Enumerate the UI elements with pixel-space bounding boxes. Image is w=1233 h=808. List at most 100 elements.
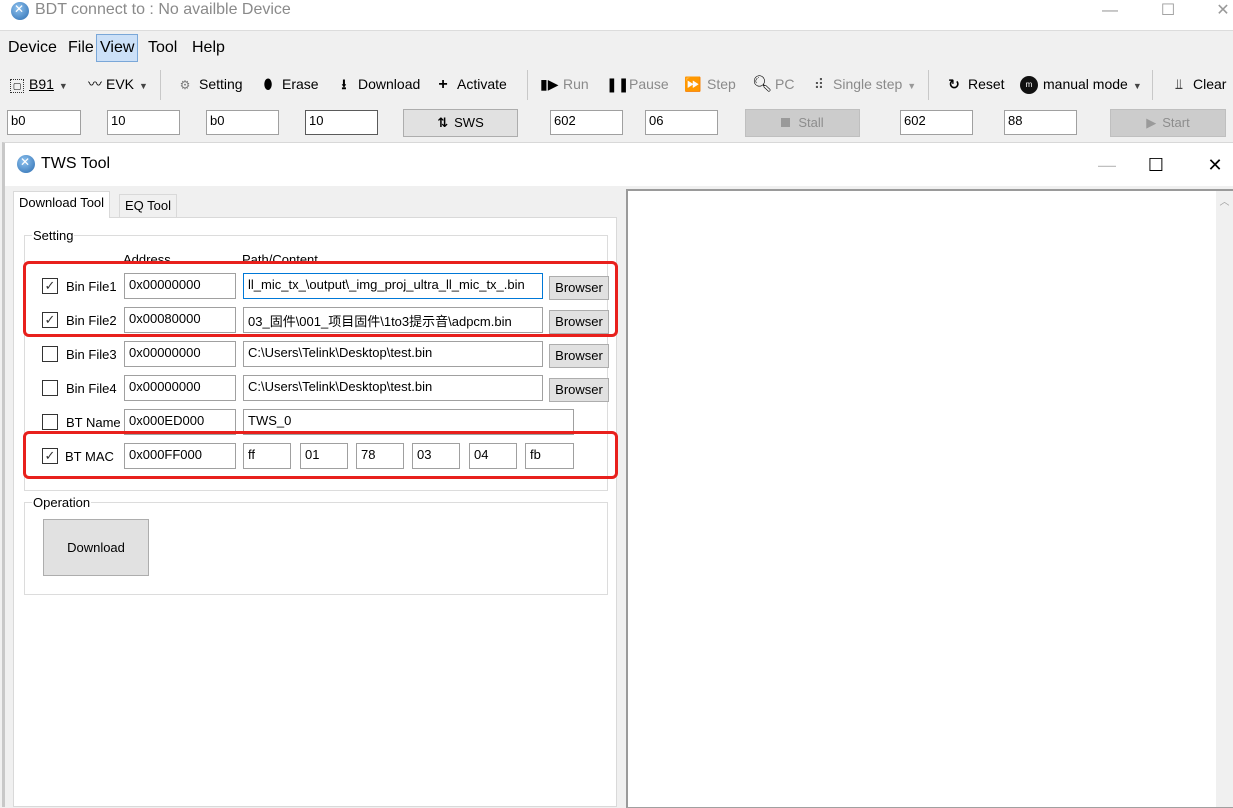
menu-device[interactable]: Device — [4, 34, 61, 62]
app-logo-icon — [17, 155, 35, 173]
chevron-down-icon: ▼ — [907, 81, 917, 91]
app-logo-icon — [11, 2, 29, 20]
bin-file3-address[interactable]: 0x00000000 — [124, 341, 236, 367]
activate-label: Activate — [457, 76, 507, 92]
reg-input-6[interactable]: 06 — [645, 110, 718, 135]
bt-name-checkbox[interactable] — [42, 414, 58, 430]
single-step-dropdown[interactable]: ⠾ Single step ▼ — [810, 72, 916, 96]
address-header: Address — [123, 252, 171, 262]
tab-eq-tool[interactable]: EQ Tool — [119, 194, 178, 218]
erase-label: Erase — [282, 76, 319, 92]
bt-mac-byte-1[interactable]: ff — [243, 443, 291, 469]
bt-mac-checkbox[interactable]: ✓ — [42, 448, 58, 464]
bt-name-input[interactable]: TWS_0 — [243, 409, 574, 435]
pause-icon: ❚❚ — [606, 76, 630, 92]
bt-name-address[interactable]: 0x000ED000 — [124, 409, 236, 435]
start-button[interactable]: ▶ Start — [1110, 109, 1226, 137]
child-close-button[interactable]: ✕ — [1195, 151, 1233, 179]
log-output-pane[interactable]: ︿ — [626, 189, 1233, 808]
reg-input-4[interactable]: 10 — [305, 110, 378, 135]
bin-file4-checkbox[interactable] — [42, 380, 58, 396]
pause-label: Pause — [629, 76, 669, 92]
run-icon: ▮▶ — [540, 76, 559, 92]
pc-button[interactable]: 🔍︎ PC — [752, 72, 794, 96]
menu-file[interactable]: File — [64, 34, 98, 62]
footsteps-icon: ⠾ — [813, 76, 825, 92]
chip-select-dropdown[interactable]: ▢ B91 ▼ — [10, 72, 68, 96]
bin-file2-checkbox[interactable]: ✓ — [42, 312, 58, 328]
bin-file3-browse-button[interactable]: Browser — [549, 344, 609, 368]
maximize-button[interactable]: ☐ — [1145, 0, 1191, 28]
menu-help[interactable]: Help — [188, 34, 229, 62]
bin-file2-path[interactable]: 03_固件\001_项目固件\1to3提示音\adpcm.bin — [243, 307, 543, 333]
board-label: EVK — [106, 76, 135, 92]
setting-button[interactable]: ⚙ Setting — [176, 72, 243, 96]
step-icon: ⏩ — [684, 76, 702, 92]
menu-tool[interactable]: Tool — [144, 34, 181, 62]
reg-input-8[interactable]: 88 — [1004, 110, 1077, 135]
sws-button[interactable]: ⇅ SWS — [403, 109, 518, 137]
bin-file3-path[interactable]: C:\Users\Telink\Desktop\test.bin — [243, 341, 543, 367]
pause-button[interactable]: ❚❚Pause — [606, 72, 669, 96]
bt-mac-byte-5[interactable]: 04 — [469, 443, 517, 469]
clear-button[interactable]: ⫫ Clear — [1170, 72, 1226, 96]
tws-tool-titlebar: TWS Tool — ☐ ✕ — [5, 143, 1233, 186]
bin-file4-path[interactable]: C:\Users\Telink\Desktop\test.bin — [243, 375, 543, 401]
pc-label: PC — [775, 76, 795, 92]
bin-file1-address[interactable]: 0x00000000 — [124, 273, 236, 299]
setting-label: Setting — [199, 76, 243, 92]
tab-download-tool[interactable]: Download Tool — [13, 191, 111, 218]
bin-file2-browse-button[interactable]: Browser — [549, 310, 609, 334]
chip-icon: ▢ — [10, 79, 24, 93]
window-title: BDT connect to : No availble Device — [35, 1, 291, 18]
bin-file1-path[interactable]: ll_mic_tx_\output\_img_proj_ultra_ll_mic… — [243, 273, 543, 299]
stall-label: Stall — [798, 115, 824, 130]
operation-download-button[interactable]: Download — [43, 519, 149, 576]
reg-input-1[interactable]: b0 — [7, 110, 81, 135]
minimize-button[interactable]: — — [1087, 0, 1133, 28]
mode-label: manual mode — [1043, 76, 1128, 92]
download-button[interactable]: ⭳ Download — [335, 72, 421, 96]
bin-file3-label: Bin File3 — [66, 347, 117, 362]
reg-input-2[interactable]: 10 — [107, 110, 180, 135]
single-step-label: Single step — [833, 76, 903, 92]
step-button[interactable]: ⏩ Step — [684, 72, 736, 96]
download-label: Download — [358, 76, 421, 92]
bt-mac-byte-3[interactable]: 78 — [356, 443, 404, 469]
bt-mac-byte-6[interactable]: fb — [525, 443, 574, 469]
toolbar-separator — [527, 70, 528, 100]
sync-icon: ⇅ — [437, 115, 449, 130]
scroll-up-arrow-icon[interactable]: ︿ — [1216, 193, 1233, 210]
bin-file3-checkbox[interactable] — [42, 346, 58, 362]
bin-file4-label: Bin File4 — [66, 381, 117, 396]
bt-mac-byte-2[interactable]: 01 — [300, 443, 348, 469]
close-button[interactable]: ✕ — [1200, 0, 1233, 28]
path-header: Path/Content — [242, 252, 318, 262]
erase-button[interactable]: ⬮ Erase — [259, 72, 319, 96]
menu-view[interactable]: View — [96, 34, 139, 62]
reg-input-5[interactable]: 602 — [550, 110, 623, 135]
mode-dropdown[interactable]: m manual mode ▼ — [1020, 72, 1142, 96]
download-arrow-icon: ⭳ — [341, 76, 347, 92]
board-select-dropdown[interactable]: 〰 EVK ▼ — [86, 72, 148, 96]
reg-input-3[interactable]: b0 — [206, 110, 279, 135]
bin-file4-address[interactable]: 0x00000000 — [124, 375, 236, 401]
reg-input-7[interactable]: 602 — [900, 110, 973, 135]
eraser-icon: ⬮ — [263, 76, 273, 92]
run-button[interactable]: ▮▶ Run — [540, 72, 589, 96]
bin-file2-address[interactable]: 0x00080000 — [124, 307, 236, 333]
activate-button[interactable]: + Activate — [434, 72, 507, 96]
reset-button[interactable]: ↻ Reset — [945, 72, 1004, 96]
bt-mac-address[interactable]: 0x000FF000 — [124, 443, 236, 469]
child-maximize-button[interactable]: ☐ — [1136, 151, 1176, 179]
bt-mac-byte-4[interactable]: 03 — [412, 443, 460, 469]
log-scrollbar[interactable]: ︿ — [1216, 191, 1233, 807]
stall-button[interactable]: Stall — [745, 109, 860, 137]
child-minimize-button[interactable]: — — [1087, 151, 1127, 179]
bin-file4-browse-button[interactable]: Browser — [549, 378, 609, 402]
chevron-down-icon: ▼ — [58, 81, 68, 91]
window-titlebar: BDT connect to : No availble Device — ☐ … — [0, 0, 1233, 30]
bin-file1-browse-button[interactable]: Browser — [549, 276, 609, 300]
bin-file1-checkbox[interactable]: ✓ — [42, 278, 58, 294]
tws-tool-window: TWS Tool — ☐ ✕ Download Tool EQ Tool Set… — [2, 142, 1233, 808]
